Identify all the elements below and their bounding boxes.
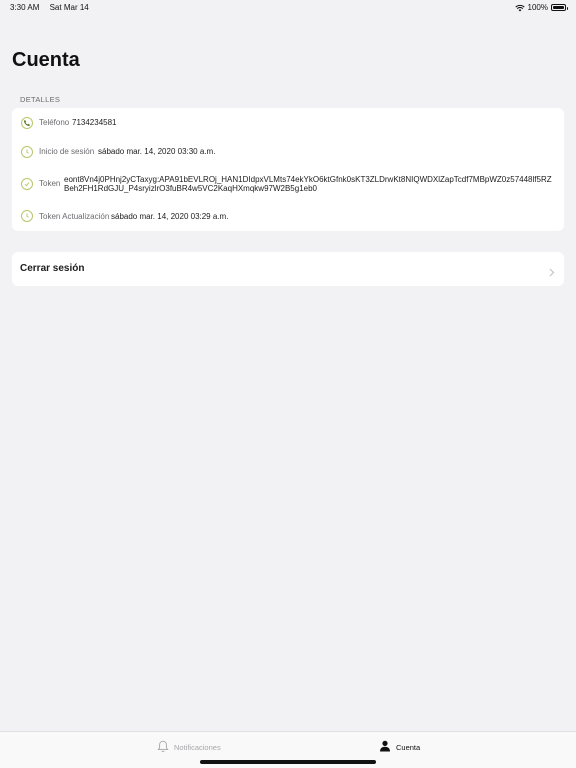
status-time: 3:30 AM — [10, 3, 40, 12]
bell-icon — [157, 740, 169, 755]
page-title: Cuenta — [12, 49, 80, 71]
battery-percent: 100% — [527, 3, 548, 12]
tab-notifications[interactable]: Notificaciones — [157, 740, 221, 755]
detail-row-token-update: Token Actualización sábado mar. 14, 2020… — [12, 209, 564, 223]
battery-fill — [553, 6, 564, 9]
home-indicator[interactable] — [200, 760, 376, 764]
detail-label-token: Token — [39, 179, 61, 188]
detail-row-login: Inicio de sesión sábado mar. 14, 2020 03… — [12, 145, 564, 159]
logout-button[interactable]: Cerrar sesión — [12, 252, 564, 286]
detail-label-token-update: Token Actualización — [39, 212, 110, 221]
detail-value-phone: 7134234581 — [72, 118, 117, 127]
details-card: Teléfono 7134234581 Inicio de sesión sáb… — [12, 108, 564, 231]
detail-row-token: Token eont8Vn4j0PHnj2yCTaxyg:APA91bEVLRO… — [12, 174, 564, 196]
tab-account[interactable]: Cuenta — [379, 740, 420, 754]
logout-label: Cerrar sesión — [20, 263, 85, 274]
section-header-details: DETALLES — [20, 95, 61, 104]
status-right: 100% — [514, 3, 568, 12]
detail-value-token: eont8Vn4j0PHnj2yCTaxyg:APA91bEVLROj_HAN1… — [64, 175, 552, 193]
phone-icon — [21, 117, 33, 129]
clock-icon — [21, 146, 33, 158]
detail-label-phone: Teléfono — [39, 118, 70, 127]
status-date: Sat Mar 14 — [49, 3, 89, 12]
detail-row-phone: Teléfono 7134234581 — [12, 116, 564, 130]
wifi-icon — [514, 4, 525, 12]
tab-label-notifications: Notificaciones — [174, 743, 221, 752]
status-bar: 3:30 AM Sat Mar 14 100% — [0, 0, 576, 14]
detail-value-token-update: sábado mar. 14, 2020 03:29 a.m. — [111, 212, 229, 221]
person-icon — [379, 740, 391, 754]
check-circle-icon — [21, 178, 33, 190]
detail-value-login: sábado mar. 14, 2020 03:30 a.m. — [98, 147, 216, 156]
tab-label-account: Cuenta — [396, 742, 421, 752]
battery-icon — [551, 4, 568, 11]
chevron-right-icon — [549, 264, 555, 282]
detail-label-login: Inicio de sesión — [39, 147, 95, 156]
clock-icon — [21, 210, 33, 222]
status-left: 3:30 AM Sat Mar 14 — [10, 3, 89, 12]
